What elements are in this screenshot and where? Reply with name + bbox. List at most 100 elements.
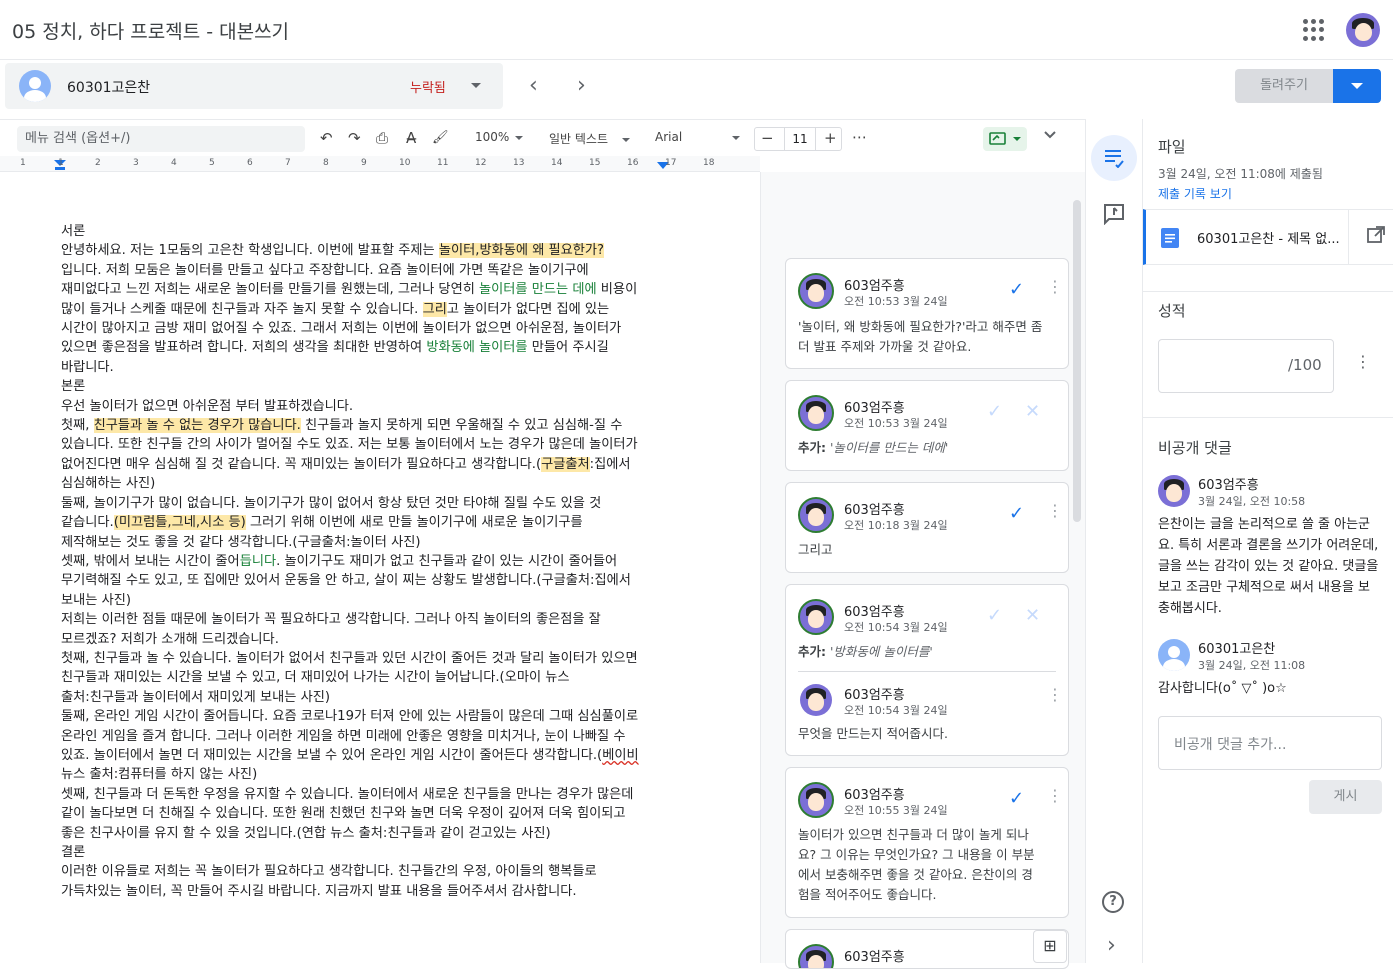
commenter-avatar bbox=[798, 395, 834, 431]
document-line: 있죠. 놀이터에서 놀면 더 재미있는 시간을 보낼 수 있어 온라인 게임 시… bbox=[61, 746, 666, 765]
document-line: 셋째, 밖에서 보내는 시간이 줄어듭니다. 놀이기구도 재미가 없고 친구들과… bbox=[61, 552, 666, 571]
comment-card[interactable]: 603엄주흥 오전 10:18 3월 24일 ✓ ⋮ 그리고 bbox=[785, 482, 1069, 573]
menu-search-input[interactable]: 메뉴 검색 (옵션+/) bbox=[17, 126, 305, 152]
post-button[interactable]: 게시 bbox=[1309, 780, 1382, 814]
marked-text: 베이비 bbox=[602, 747, 639, 763]
open-in-new-icon[interactable] bbox=[1367, 226, 1385, 248]
ruler-number: 17 bbox=[665, 158, 677, 168]
text-run: 그러기 위해 이번에 새로 만들 놀이기구에 새로운 놀이기구를 bbox=[245, 515, 583, 531]
reject-suggestion-close-icon[interactable]: ✕ bbox=[1025, 605, 1040, 626]
more-vert-icon[interactable]: ⋮ bbox=[1047, 788, 1063, 804]
zoom-select[interactable]: 100% bbox=[475, 130, 524, 144]
document-line: 결론 bbox=[61, 843, 666, 862]
ruler-number: 12 bbox=[475, 158, 487, 168]
student-selector[interactable]: 60301고은찬 누락됨 bbox=[5, 63, 503, 109]
suggesting-mode-button[interactable] bbox=[983, 127, 1027, 151]
comment-card[interactable]: 603엄주흥 오전 10:53 3월 24일 ✓ ⋮ '놀이터, 왜 방화동에 … bbox=[785, 258, 1069, 369]
private-comments-heading: 비공개 댓글 bbox=[1158, 439, 1232, 457]
return-button[interactable]: 돌려주기 bbox=[1235, 69, 1333, 103]
submission-history-link[interactable]: 제출 기록 보기 bbox=[1158, 185, 1232, 202]
comments-panel-icon[interactable] bbox=[1103, 203, 1125, 229]
help-icon[interactable]: ? bbox=[1102, 891, 1124, 913]
comments-scrollbar[interactable] bbox=[1073, 200, 1081, 522]
document-line: 첫째, 친구들과 놀 수 없는 경우가 많습니다. 친구들과 놀지 못하게 되면… bbox=[61, 416, 666, 435]
private-comment-body: 감사합니다(o˚ ▽˚ )o☆ bbox=[1158, 681, 1287, 696]
grading-panel: 파일 3월 24일, 오전 11:08에 제출됨 제출 기록 보기 60301고… bbox=[1142, 119, 1393, 963]
comment-author: 603엄주흥 bbox=[844, 503, 905, 518]
document-line: 바랍니다. bbox=[61, 358, 666, 377]
ruler-number: 1 bbox=[58, 158, 64, 168]
document-line: 있으면 좋은점을 발표하려 합니다. 저희의 생각을 최대한 반영하여 방화동에… bbox=[61, 338, 666, 357]
text-run: 시간이 많아지고 금방 재미 없어질 수 있죠. 그래서 저희는 이번에 놀이터… bbox=[61, 321, 622, 337]
grade-input[interactable]: /100 bbox=[1158, 339, 1334, 393]
increase-font-size-button[interactable]: + bbox=[824, 129, 837, 147]
text-run: 같습니다. bbox=[61, 515, 114, 531]
attached-file[interactable]: 60301고은찬 - 제목 없... bbox=[1143, 209, 1393, 265]
resolve-check-icon[interactable]: ✓ bbox=[1009, 788, 1024, 809]
next-student-icon[interactable]: › bbox=[577, 75, 586, 97]
text-run: 가득차있는 놀이터, 꼭 만들어 주시길 바랍니다. 지금까지 발표 내용을 들… bbox=[61, 883, 577, 899]
more-vert-icon[interactable]: ⋮ bbox=[1047, 687, 1063, 703]
comment-card[interactable]: 603엄주흥 오전 10:55 3월 24일 ✓ ⋮ 놀이터가 있으면 친구들과… bbox=[785, 767, 1069, 918]
style-select[interactable]: 일반 텍스트 bbox=[549, 130, 631, 147]
private-comment-time: 3월 24일, 오전 11:08 bbox=[1198, 659, 1306, 672]
comment-card[interactable]: 603엄주흥 bbox=[785, 929, 1069, 969]
document-body[interactable]: 서론 안녕하세요. 저는 1모둠의 고은찬 학생입니다. 이번에 발표할 주제는 … bbox=[61, 222, 666, 901]
redo-icon[interactable]: ↷ bbox=[348, 128, 361, 148]
suggestion-card[interactable]: 603엄주흥 오전 10:54 3월 24일 ✓ ✕ 추가: '방화동에 놀이터… bbox=[785, 584, 1069, 756]
ruler[interactable]: 1 1 2 3 4 5 6 7 8 9 10 11 12 13 14 15 16 17 18 bbox=[0, 156, 760, 172]
more-options-icon[interactable]: ⋯ bbox=[852, 127, 867, 147]
chevron-down-icon[interactable] bbox=[471, 83, 481, 88]
resolve-check-icon[interactable]: ✓ bbox=[1009, 279, 1024, 300]
suggestion-card[interactable]: 603엄주흥 오전 10:53 3월 24일 ✓ ✕ 추가: '놀이터를 만드는… bbox=[785, 380, 1069, 471]
ruler-number: 9 bbox=[361, 158, 367, 168]
file-details-icon[interactable] bbox=[1091, 135, 1137, 181]
private-comment-input[interactable]: 비공개 댓글 추가... bbox=[1158, 716, 1382, 770]
comment-body: '놀이터, 왜 방화동에 필요한가?'라고 해주면 좀 더 발표 주제와 가까울… bbox=[798, 319, 1043, 354]
decrease-font-size-button[interactable]: − bbox=[761, 129, 774, 147]
collapse-chevron-icon[interactable] bbox=[1043, 127, 1057, 147]
font-select[interactable]: Arial bbox=[655, 130, 741, 144]
account-avatar[interactable] bbox=[1346, 13, 1380, 47]
ruler-number: 18 bbox=[703, 158, 715, 168]
ruler-number: 1 bbox=[20, 158, 26, 168]
more-vert-icon[interactable]: ⋮ bbox=[1047, 279, 1063, 295]
document-line: 우선 놀이터가 없으면 아쉬운점 부터 발표하겠습니다. bbox=[61, 397, 666, 416]
reject-suggestion-close-icon[interactable]: ✕ bbox=[1025, 401, 1040, 422]
document-line: 많이 들거나 스케줄 때문에 친구들과 자주 놀지 못할 수 있습니다. 그리고… bbox=[61, 300, 666, 319]
spellcheck-icon[interactable]: A̶ bbox=[406, 128, 416, 148]
ruler-number: 14 bbox=[551, 158, 563, 168]
file-heading: 파일 bbox=[1158, 138, 1186, 156]
text-run: 뉴스 출처:컴퓨터를 하지 않는 사진) bbox=[61, 767, 258, 783]
ruler-number: 5 bbox=[209, 158, 215, 168]
section-divider bbox=[1143, 291, 1393, 292]
paint-format-icon[interactable]: 🖌 bbox=[432, 128, 449, 148]
comment-time: 오전 10:53 3월 24일 bbox=[844, 295, 948, 308]
print-icon[interactable]: ⎙ bbox=[376, 128, 388, 148]
grade-options-icon[interactable]: ⋮ bbox=[1355, 354, 1371, 370]
expand-chevron-icon[interactable]: › bbox=[1107, 933, 1116, 958]
undo-icon[interactable]: ↶ bbox=[320, 128, 333, 148]
text-run: 우선 놀이터가 없으면 아쉬운점 부터 발표하겠습니다. bbox=[61, 398, 354, 414]
text-run: 있죠. 놀이터에서 놀면 더 재미있는 시간을 보낼 수 있어 온라인 게임 시… bbox=[61, 747, 603, 763]
apps-grid-icon[interactable] bbox=[1303, 19, 1325, 41]
text-run: 안녕하세요. 저는 1모둠의 고은찬 학생입니다. 이번에 발표할 주제는 bbox=[61, 243, 439, 259]
grade-heading: 성적 bbox=[1158, 302, 1186, 320]
accept-suggestion-check-icon[interactable]: ✓ bbox=[987, 605, 1002, 626]
return-options-button[interactable] bbox=[1333, 69, 1381, 103]
previous-student-icon[interactable]: ‹ bbox=[529, 75, 538, 97]
text-run: 둘째, 놀이기구가 많이 없습니다. 놀이기구가 많이 없어서 항상 탔던 것만… bbox=[61, 495, 602, 511]
resolve-check-icon[interactable]: ✓ bbox=[1009, 503, 1024, 524]
document-line: 둘째, 놀이기구가 많이 없습니다. 놀이기구가 많이 없어서 항상 탔던 것만… bbox=[61, 494, 666, 513]
more-vert-icon[interactable]: ⋮ bbox=[1047, 503, 1063, 519]
font-size-stepper[interactable]: − 11 + bbox=[754, 127, 842, 151]
document-line: 없어진다면 매우 심심해 질 것 같습니다. 꼭 재미있는 놀이터가 필요하다고… bbox=[61, 455, 666, 474]
font-size-input[interactable]: 11 bbox=[784, 128, 816, 150]
reply-time: 오전 10:54 3월 24일 bbox=[844, 704, 948, 717]
document-line: 좋은 친구사이를 유지 할 수 있을 것입니다.(연합 뉴스 출처:친구들과 같… bbox=[61, 824, 666, 843]
comment-time: 오전 10:18 3월 24일 bbox=[844, 519, 948, 532]
text-run: 첫째, 친구들과 놀 수 있습니다. 놀이터가 없어서 친구들과 있던 시간이 … bbox=[61, 650, 638, 666]
add-comment-icon[interactable]: ⊞ bbox=[1033, 930, 1067, 963]
accept-suggestion-check-icon[interactable]: ✓ bbox=[987, 401, 1002, 422]
text-run: 비용이 bbox=[596, 282, 638, 298]
